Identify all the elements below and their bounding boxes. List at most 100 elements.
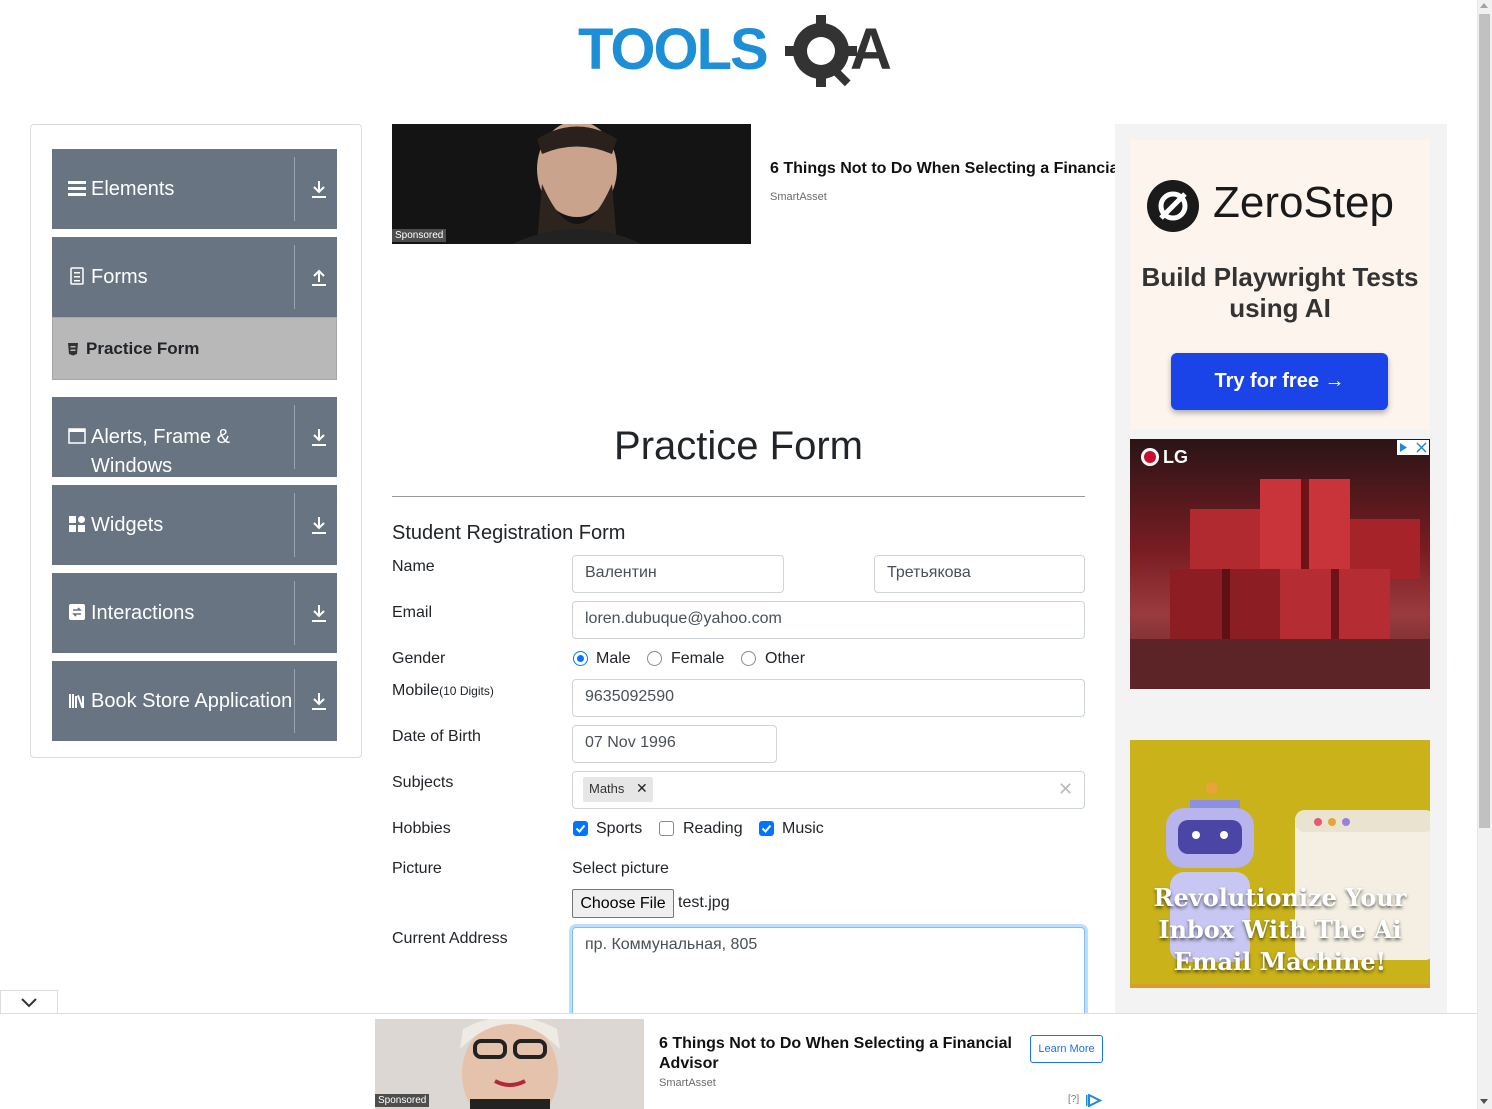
file-name: test.jpg: [678, 894, 730, 911]
mobile-input[interactable]: 9635092590: [572, 679, 1085, 717]
gender-male-label[interactable]: Male: [596, 650, 631, 668]
gender-female-radio[interactable]: [647, 651, 662, 666]
divider: [294, 405, 295, 469]
download-arrow-icon: [312, 429, 326, 446]
gender-male-radio[interactable]: [573, 651, 588, 666]
sidebar-group-label: Alerts, Frame & Windows: [91, 426, 230, 477]
divider: [294, 493, 295, 557]
books-icon: [69, 694, 84, 708]
upload-arrow-icon: [312, 269, 326, 286]
sidebar-group-label: Elements: [91, 178, 175, 200]
hobby-music-label[interactable]: Music: [782, 820, 824, 838]
divider: [294, 581, 295, 645]
lg-ad[interactable]: [1130, 439, 1430, 689]
svg-text:A: A: [850, 17, 892, 82]
divider: [294, 245, 295, 309]
sidebar-group-alerts[interactable]: Alerts, Frame & Windows: [52, 397, 337, 477]
choose-file-button[interactable]: Choose File: [572, 889, 674, 918]
gift-boxes-image: [1130, 479, 1430, 689]
interactions-icon: [69, 604, 85, 620]
first-name-input[interactable]: Валентин: [572, 555, 784, 593]
chevron-down-icon: [21, 998, 37, 1008]
gender-label: Gender: [392, 650, 446, 667]
mobile-hint: (10 Digits): [439, 684, 494, 698]
address-label: Current Address: [392, 930, 508, 947]
sidebar-item-practice-form[interactable]: Practice Form: [52, 317, 337, 380]
zerostep-tagline: Build Playwright Tests using AI: [1141, 262, 1419, 323]
adchoices-icon[interactable]: [1086, 1094, 1102, 1107]
download-arrow-icon: [312, 693, 326, 710]
top-ad-title[interactable]: 6 Things Not to Do When Selecting a Fina…: [770, 160, 1116, 178]
top-ad-source: SmartAsset: [770, 191, 827, 203]
download-arrow-icon: [312, 605, 326, 622]
mobile-label: Mobile(10 Digits): [392, 682, 494, 700]
bottom-ad-title[interactable]: 6 Things Not to Do When Selecting a Fina…: [659, 1034, 1019, 1074]
subjects-label: Subjects: [392, 774, 454, 791]
hobby-sports-label[interactable]: Sports: [596, 820, 642, 838]
page: TOOLS A Elements Forms Practice Form Ale…: [0, 0, 1492, 1109]
svg-text:TOOLS: TOOLS: [578, 17, 767, 82]
page-title: Practice Form: [614, 424, 863, 468]
download-arrow-icon: [312, 517, 326, 534]
sidebar-group-label: Widgets: [91, 514, 164, 536]
checkmark-icon: [761, 824, 772, 833]
email-input[interactable]: loren.dubuque@yahoo.com: [572, 601, 1085, 639]
bottom-ad-source: SmartAsset: [659, 1077, 716, 1089]
ad-portrait-image: [392, 124, 751, 244]
lg-logo: LG: [1163, 447, 1188, 467]
ad-close-icon[interactable]: [1397, 440, 1429, 455]
sidebar-item-label: Practice Form: [86, 339, 200, 358]
divider: [294, 157, 295, 221]
hobby-music-checkbox[interactable]: [759, 821, 774, 836]
hobbies-label: Hobbies: [392, 820, 451, 837]
remove-subject-icon[interactable]: ✕: [636, 780, 648, 797]
sponsored-tag: Sponsored: [392, 229, 447, 242]
checkmark-icon: [575, 824, 586, 833]
top-ad-image[interactable]: [392, 124, 751, 244]
window-icon: [68, 428, 86, 444]
scroll-down-arrow-icon[interactable]: [1480, 1099, 1488, 1104]
toolsqa-logo[interactable]: TOOLS A: [578, 14, 904, 92]
zerostep-brand: ZeroStep: [1213, 178, 1394, 227]
try-free-button[interactable]: Try for free →: [1171, 353, 1388, 410]
adchoices-link[interactable]: [?]: [1068, 1094, 1079, 1105]
gender-female-label[interactable]: Female: [671, 650, 724, 668]
hobby-reading-checkbox[interactable]: [659, 821, 674, 836]
gender-other-radio[interactable]: [741, 651, 756, 666]
current-address-textarea[interactable]: пр. Коммунальная, 805: [572, 927, 1085, 1027]
gender-other-label[interactable]: Other: [765, 650, 805, 668]
form-title: Student Registration Form: [392, 522, 626, 544]
robot-ad-text: Revolutionize Your Inbox With The Ai Ema…: [1153, 883, 1407, 976]
subject-chip-label: Maths: [589, 781, 625, 796]
picture-hint: Select picture: [572, 860, 669, 877]
learn-more-button[interactable]: Learn More: [1030, 1035, 1103, 1063]
sidebar-group-interactions[interactable]: Interactions: [52, 573, 337, 653]
sponsored-tag: Sponsored: [375, 1094, 430, 1107]
scrollbar-thumb[interactable]: [1479, 14, 1490, 828]
email-label: Email: [392, 604, 433, 621]
sidebar-group-forms[interactable]: Forms: [52, 237, 337, 317]
sidebar-group-book-store[interactable]: Book Store Application: [52, 661, 337, 741]
html5-icon: [68, 343, 78, 356]
scroll-up-arrow-icon[interactable]: [1480, 3, 1488, 8]
collapse-ad-tab[interactable]: [0, 990, 58, 1014]
name-label: Name: [392, 558, 435, 575]
sidebar-group-widgets[interactable]: Widgets: [52, 485, 337, 565]
last-name-input[interactable]: Третьякова: [874, 555, 1085, 593]
lg-logo-icon: [1141, 448, 1159, 466]
clear-subjects-icon[interactable]: ✕: [1058, 779, 1073, 800]
sidebar-group-label: Interactions: [91, 602, 195, 624]
sidebar-group-elements[interactable]: Elements: [52, 149, 337, 229]
dob-input[interactable]: 07 Nov 1996: [572, 725, 777, 763]
picture-label: Picture: [392, 860, 442, 877]
hamburger-icon: [68, 181, 86, 196]
download-arrow-icon: [312, 181, 326, 198]
divider: [294, 669, 295, 733]
widgets-icon: [69, 516, 85, 532]
sidebar-group-label: Forms: [91, 266, 148, 288]
divider: [392, 496, 1085, 497]
mobile-label-text: Mobile: [392, 682, 440, 699]
sidebar-group-label: Book Store Application: [91, 690, 293, 712]
hobby-sports-checkbox[interactable]: [573, 821, 588, 836]
hobby-reading-label[interactable]: Reading: [683, 820, 743, 838]
